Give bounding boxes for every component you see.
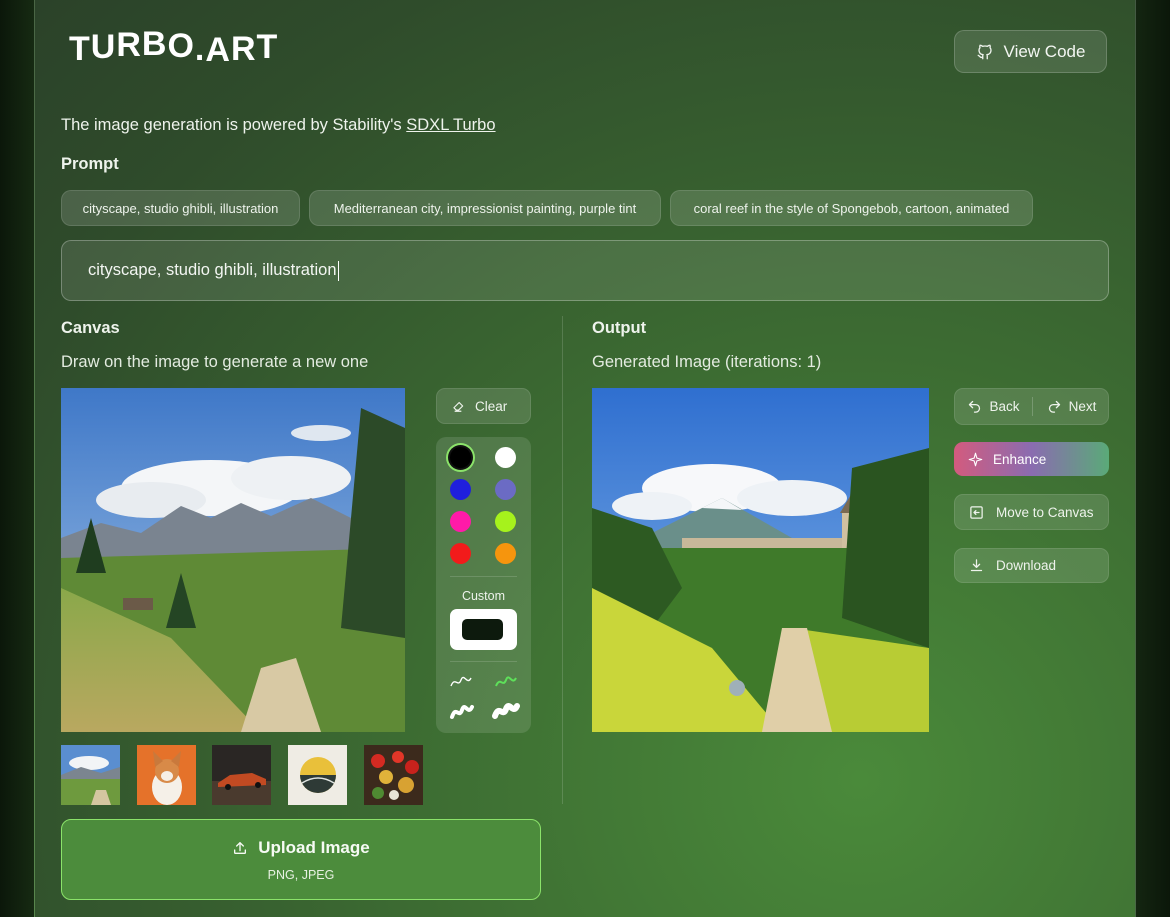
download-label: Download — [996, 558, 1057, 573]
back-label: Back — [989, 399, 1020, 414]
enhance-button[interactable]: Enhance — [954, 442, 1109, 476]
color-swatch-blue[interactable] — [450, 479, 471, 500]
thin-brush-selected-icon[interactable] — [494, 674, 518, 690]
download-icon — [970, 559, 983, 572]
back-button[interactable]: Back — [955, 389, 1032, 424]
move-to-canvas-icon — [970, 505, 983, 519]
color-swatch-orange[interactable] — [495, 543, 516, 564]
color-swatch-lime[interactable] — [495, 511, 516, 532]
drawing-canvas[interactable] — [61, 388, 405, 732]
custom-color-preview — [462, 619, 503, 640]
enhance-label: Enhance — [993, 451, 1047, 467]
sample-thumbnail-mountains[interactable] — [61, 745, 120, 805]
color-swatch-white[interactable] — [495, 447, 516, 468]
custom-color-label: Custom — [461, 589, 506, 603]
thicker-brush-icon[interactable] — [491, 700, 521, 722]
view-code-label: View Code — [1003, 41, 1086, 61]
color-swatch-red[interactable] — [450, 543, 471, 564]
next-label: Next — [1068, 399, 1097, 414]
sample-thumbnail-abstract[interactable] — [288, 745, 347, 805]
section-divider — [562, 316, 563, 804]
move-to-canvas-label: Move to Canvas — [996, 504, 1094, 520]
color-swatch-black[interactable] — [450, 447, 471, 468]
clear-button[interactable]: Clear — [436, 388, 531, 424]
logo-text: TURBO.ART — [69, 25, 277, 68]
upload-icon — [234, 842, 247, 854]
clear-label: Clear — [475, 398, 508, 414]
color-swatch-slate[interactable] — [495, 479, 516, 500]
undo-icon — [969, 400, 981, 413]
palette-divider — [450, 576, 517, 577]
text-caret — [337, 260, 339, 281]
upload-image-button[interactable]: Upload Image PNG, JPEG — [61, 819, 541, 900]
left-backdrop — [0, 0, 34, 917]
thick-brush-icon[interactable] — [449, 702, 475, 722]
download-button[interactable]: Download — [954, 548, 1109, 583]
output-title: Output — [592, 319, 647, 337]
sample-thumbnail-corgi[interactable] — [137, 745, 196, 805]
color-palette: Custom — [436, 437, 531, 733]
sdxl-turbo-link[interactable]: SDXL Turbo — [406, 116, 495, 134]
canvas-subtitle: Draw on the image to generate a new one — [61, 353, 369, 371]
palette-divider-2 — [450, 661, 517, 662]
sample-thumbnail-car[interactable] — [212, 745, 271, 805]
history-nav: Back Next — [954, 388, 1109, 425]
canvas-title: Canvas — [61, 319, 120, 337]
upload-hint: PNG, JPEG — [267, 868, 335, 882]
prompt-suggestion-1[interactable]: cityscape, studio ghibli, illustration — [61, 190, 300, 226]
sparkle-icon — [968, 452, 983, 466]
thin-brush-icon[interactable] — [449, 674, 473, 690]
next-button[interactable]: Next — [1033, 389, 1110, 424]
prompt-input-value: cityscape, studio ghibli, illustration — [88, 261, 337, 279]
upload-label: Upload Image — [258, 838, 370, 857]
eraser-icon — [453, 401, 464, 412]
app-panel: TURBO.ART View Code The image generation… — [34, 0, 1136, 917]
powered-by-text: The image generation is powered by Stabi… — [61, 116, 496, 135]
prompt-suggestion-3[interactable]: coral reef in the style of Spongebob, ca… — [670, 190, 1033, 226]
right-backdrop — [1134, 0, 1170, 917]
move-to-canvas-button[interactable]: Move to Canvas — [954, 494, 1109, 530]
sample-thumbnail-food[interactable] — [364, 745, 423, 805]
custom-color-picker[interactable] — [450, 609, 517, 650]
prompt-input[interactable]: cityscape, studio ghibli, illustration — [61, 240, 1109, 301]
github-icon — [977, 44, 992, 59]
prompt-suggestion-2[interactable]: Mediterranean city, impressionist painti… — [309, 190, 661, 226]
prompt-label: Prompt — [61, 155, 119, 173]
logo: TURBO.ART — [67, 22, 277, 69]
redo-icon — [1048, 400, 1060, 413]
output-subtitle: Generated Image (iterations: 1) — [592, 353, 822, 371]
view-code-button[interactable]: View Code — [954, 30, 1107, 73]
generated-image — [592, 388, 929, 732]
powered-prefix: The image generation is powered by Stabi… — [61, 116, 407, 134]
color-swatch-pink[interactable] — [450, 511, 471, 532]
